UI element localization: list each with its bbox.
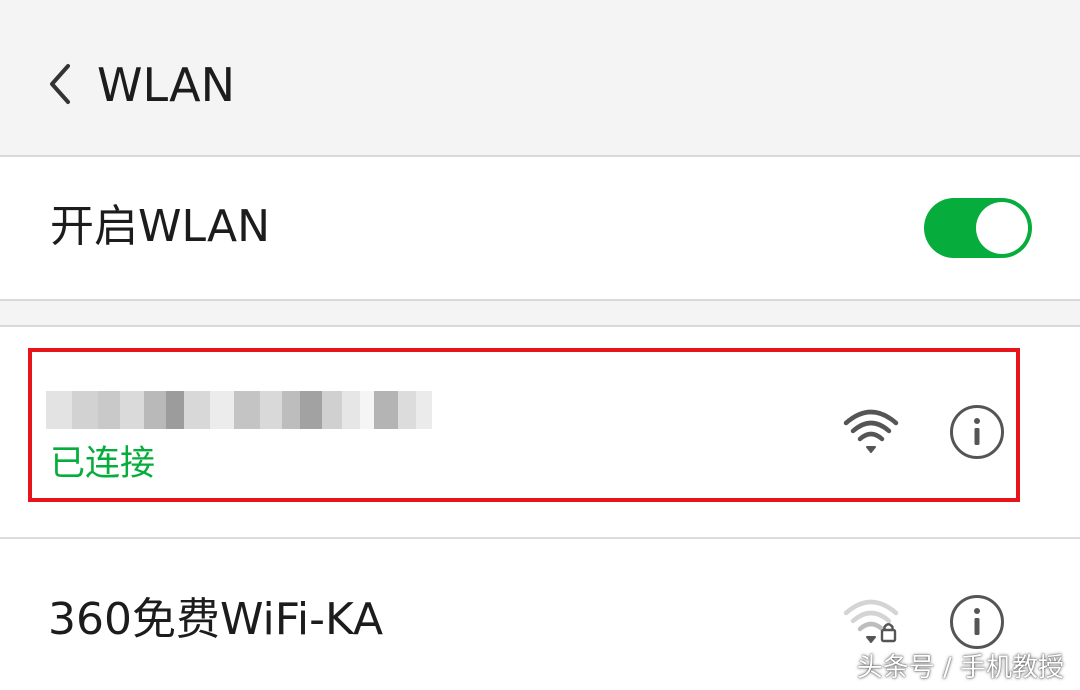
page-title: WLAN (97, 58, 236, 112)
network-info-button[interactable] (950, 405, 1004, 459)
info-icon (974, 608, 980, 635)
toggle-knob (976, 202, 1028, 254)
app-bar: WLAN (0, 0, 1080, 157)
wlan-toggle-row[interactable]: 开启WLAN (0, 157, 1080, 301)
section-divider (0, 301, 1080, 327)
network-ssid-obscured (46, 391, 436, 429)
wlan-toggle-label: 开启WLAN (50, 201, 271, 252)
chevron-left-icon (50, 64, 70, 104)
wlan-settings-screen: WLAN 开启WLAN 已连接 360免费WiFi-KA 头条号 / 手机教授 (0, 0, 1080, 690)
watermark: 头条号 / 手机教授 (856, 653, 1064, 683)
wifi-signal-lock-icon (843, 599, 899, 643)
wifi-signal-icon (843, 409, 899, 453)
network-ssid: 360免费WiFi-KA (48, 594, 384, 645)
wlan-toggle-switch[interactable] (924, 198, 1032, 258)
network-info-button[interactable] (950, 595, 1004, 649)
info-icon (974, 418, 980, 445)
back-button[interactable] (32, 54, 88, 114)
network-status: 已连接 (50, 444, 156, 484)
network-item-connected[interactable]: 已连接 (0, 327, 1080, 539)
